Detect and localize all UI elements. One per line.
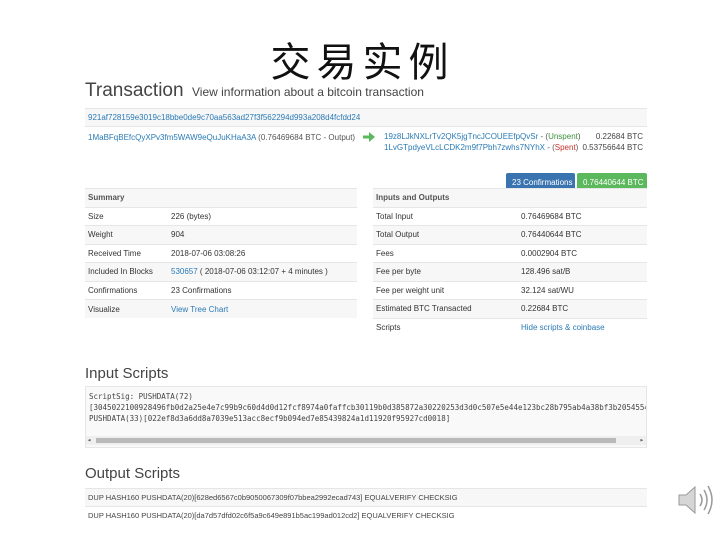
script-line: PUSHDATA(33)[022ef8d3a6dd8a7039e513acc8e… <box>89 414 451 423</box>
script-line: [3045022100928496fb0d2a25e4e7c99b9c60d4d… <box>89 403 646 412</box>
page-subtitle: View information about a bitcoin transac… <box>192 85 424 99</box>
table-row: Fee per byte 128.496 sat/B <box>373 262 647 281</box>
summary-table: Summary Size 226 (bytes) Weight 904 Receiv… <box>85 188 357 318</box>
table-row: Included In Blocks 530657 ( 2018-07-06 03… <box>85 262 357 281</box>
table-row: Fee per weight unit 32.124 sat/WU <box>373 280 647 300</box>
page-header: Transaction View information about a bit… <box>85 80 424 102</box>
output-script-row: DUP HASH160 PUSHDATA(20)[da7d57dfd02c6f5… <box>85 506 647 524</box>
table-row: Estimated BTC Transacted 0.22684 BTC <box>373 299 647 318</box>
table-row: Received Time 2018-07-06 03:08:26 <box>85 243 357 263</box>
output-item: 1LvGTpdyeVLcLCDK2m9f7Pbh7zwhs7NYhX - (Sp… <box>384 143 579 152</box>
input-amount: (0.76469684 BTC - Output) <box>258 133 356 142</box>
output-amount: 0.22684 BTC <box>595 132 643 141</box>
scroll-right-icon[interactable]: ▸ <box>640 436 644 445</box>
table-row: Weight 904 <box>85 225 357 244</box>
output-address-link[interactable]: 19z8LJkNXLrTv2QK5jgTncJCOUEEfpQvSr <box>384 132 538 141</box>
transaction-panel: 921af728159e3019c18bbe0de9c70aa563ad27f3… <box>85 108 647 196</box>
output-item: 19z8LJkNXLrTv2QK5jgTncJCOUEEfpQvSr - (Un… <box>384 132 581 141</box>
output-script-row: DUP HASH160 PUSHDATA(20)[628ed6567c0b905… <box>85 488 647 506</box>
output-scripts-title: Output Scripts <box>85 465 181 482</box>
script-line: ScriptSig: PUSHDATA(72) <box>89 392 193 401</box>
arrow-right-icon <box>363 132 375 142</box>
io-heading: Inputs and Outputs <box>373 188 647 207</box>
page-title: Transaction <box>85 80 184 101</box>
tx-io-row: 1MaBFqBEfcQyXPv3fm5WAW9eQuJuKHaA3A (0.76… <box>85 126 647 196</box>
output-address-link[interactable]: 1LvGTpdyeVLcLCDK2m9f7Pbh7zwhs7NYhX <box>384 143 545 152</box>
table-row: Confirmations 23 Confirmations <box>85 280 357 300</box>
scroll-left-icon[interactable]: ◂ <box>87 436 91 445</box>
table-row: Fees 0.0002904 BTC <box>373 243 647 263</box>
block-link[interactable]: 530657 <box>171 267 198 276</box>
horizontal-scrollbar[interactable]: ◂ ▸ <box>86 436 646 445</box>
table-row: Scripts Hide scripts & coinbase <box>373 317 647 337</box>
scrollbar-thumb[interactable] <box>96 438 616 443</box>
inputs-outputs-table: Inputs and Outputs Total Input 0.76469684… <box>373 188 647 337</box>
output-amount: 0.53756644 BTC <box>582 143 644 152</box>
table-row: Total Input 0.76469684 BTC <box>373 206 647 226</box>
view-tree-chart-link[interactable]: View Tree Chart <box>171 305 228 314</box>
table-row: Visualize View Tree Chart <box>85 299 357 318</box>
input-address-link[interactable]: 1MaBFqBEfcQyXPv3fm5WAW9eQuJuKHaA3A <box>88 133 256 142</box>
tx-hash[interactable]: 921af728159e3019c18bbe0de9c70aa563ad27f3… <box>85 108 647 126</box>
status-badge: Unspent <box>548 132 578 141</box>
tx-input: 1MaBFqBEfcQyXPv3fm5WAW9eQuJuKHaA3A (0.76… <box>88 133 355 142</box>
input-scripts-title: Input Scripts <box>85 365 169 382</box>
status-badge: Spent <box>554 143 576 152</box>
table-row: Total Output 0.76440644 BTC <box>373 225 647 244</box>
summary-heading: Summary <box>85 188 357 207</box>
speaker-icon[interactable] <box>675 480 717 520</box>
hide-scripts-link[interactable]: Hide scripts & coinbase <box>521 323 605 332</box>
input-scripts-box: ScriptSig: PUSHDATA(72) [304502210092849… <box>85 386 647 448</box>
table-row: Size 226 (bytes) <box>85 206 357 226</box>
